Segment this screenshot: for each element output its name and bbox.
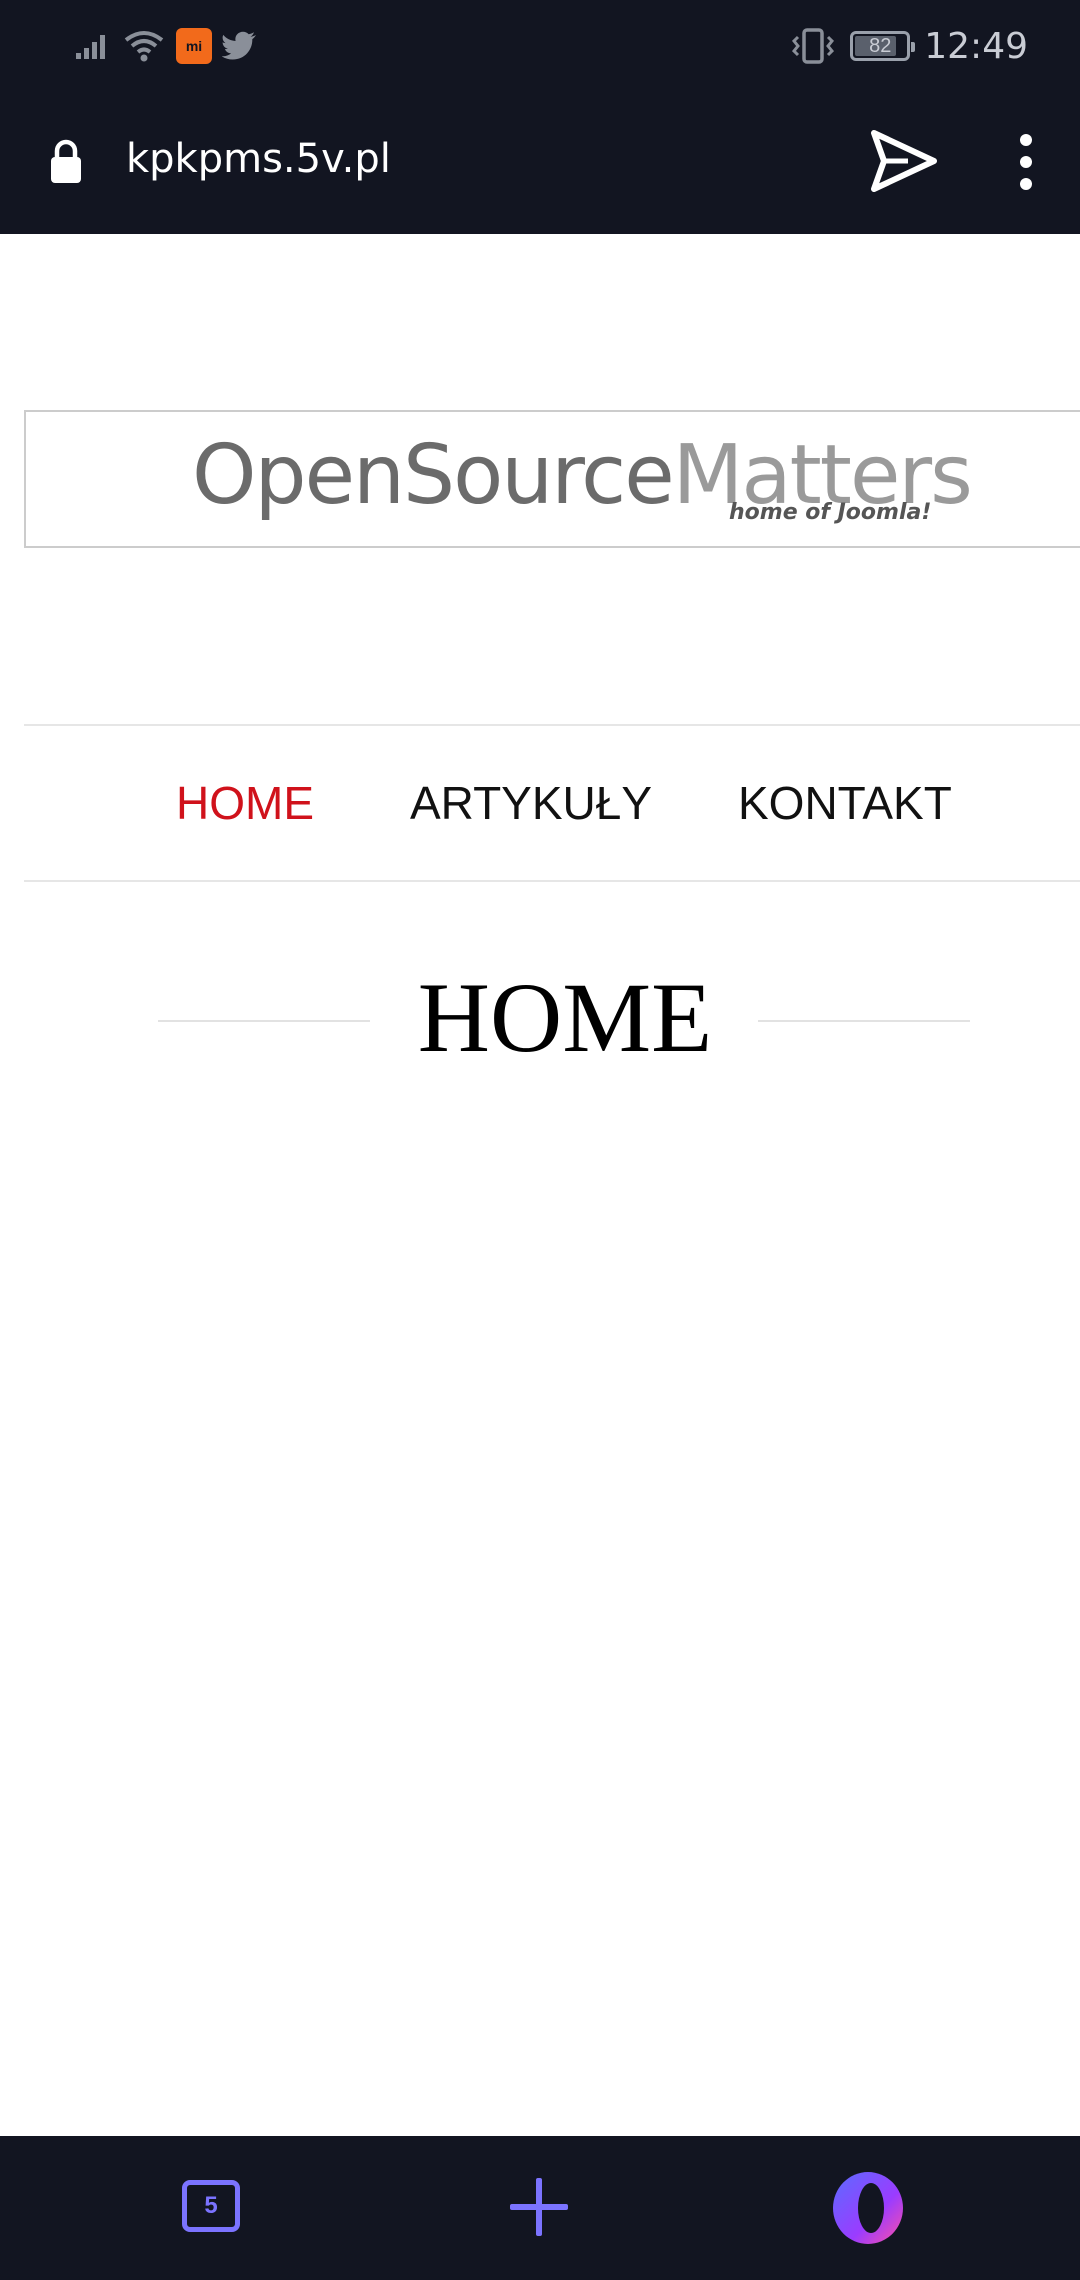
url-field[interactable]: kpkpms.5v.pl — [126, 136, 391, 182]
twitter-icon — [222, 31, 256, 60]
send-icon[interactable] — [868, 128, 940, 194]
mi-app-icon: mi — [176, 28, 212, 64]
site-logo[interactable]: OpenSourceMatters home of Joomla! — [24, 410, 1080, 548]
tab-count: 5 — [204, 2192, 218, 2219]
plus-icon[interactable] — [508, 2176, 570, 2238]
vibrate-icon — [792, 28, 835, 64]
battery-percent: 82 — [869, 34, 892, 57]
main-nav: HOME ARTYKUŁY KONTAKT — [24, 724, 1080, 882]
battery-icon: 82 — [850, 31, 916, 61]
signal-icon — [76, 35, 105, 59]
page-title: HOME — [417, 962, 713, 1073]
nav-item-home[interactable]: HOME — [176, 776, 314, 830]
logo-text-dark: OpenSource — [192, 428, 675, 523]
heading-divider-right — [758, 1020, 970, 1022]
menu-icon[interactable] — [1004, 132, 1048, 192]
logo-tagline: home of Joomla! — [729, 500, 932, 525]
mi-label: mi — [185, 38, 203, 54]
opera-icon[interactable] — [830, 2170, 906, 2246]
address-bar: kpkpms.5v.pl — [0, 92, 1080, 234]
bottom-toolbar: 5 — [0, 2136, 1080, 2280]
status-bar: mi 82 12:49 — [0, 0, 1080, 92]
wifi-icon — [124, 31, 164, 62]
lock-icon — [51, 139, 81, 183]
nav-item-kontakt[interactable]: KONTAKT — [738, 776, 952, 830]
clock: 12:49 — [924, 25, 1028, 67]
status-icons-left: mi — [74, 22, 258, 70]
status-icons-right: 82 12:49 — [790, 22, 1028, 70]
nav-item-artykuly[interactable]: ARTYKUŁY — [410, 776, 652, 830]
tabs-button[interactable]: 5 — [182, 2180, 240, 2232]
